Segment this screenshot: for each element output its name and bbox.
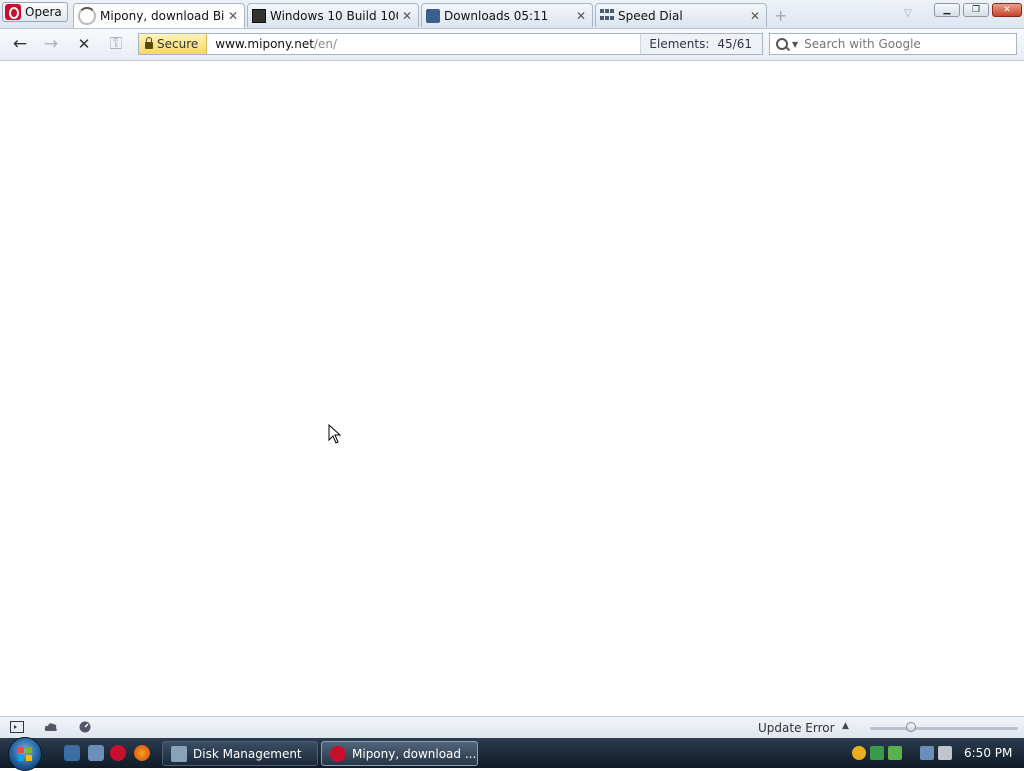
loading-spinner-icon	[78, 7, 96, 25]
start-button[interactable]	[8, 737, 42, 771]
update-expand-icon[interactable]: ▲	[842, 721, 849, 731]
lock-icon	[145, 37, 153, 49]
elements-count: 45/61	[717, 37, 752, 51]
close-tab-icon[interactable]: ✕	[576, 9, 586, 23]
tab-bar: Opera Mipony, download Bitt... ✕ Windows…	[0, 0, 1024, 29]
firefox-quicklaunch-icon[interactable]	[134, 745, 150, 761]
tab-title: Speed Dial	[618, 8, 683, 23]
switch-windows-icon[interactable]	[88, 745, 104, 761]
search-icon	[776, 38, 788, 50]
tab-speed-dial[interactable]: Speed Dial ✕	[595, 3, 767, 27]
checkmark-icon[interactable]	[888, 746, 902, 760]
elements-counter: Elements: 45/61	[640, 34, 762, 54]
close-tab-icon[interactable]: ✕	[402, 9, 412, 23]
search-box[interactable]: ▼	[769, 33, 1017, 55]
taskbar-item-disk-management[interactable]: Disk Management	[162, 741, 318, 766]
new-tab-button[interactable]: +	[774, 6, 787, 25]
page-content[interactable]	[0, 61, 1024, 716]
secure-label: Secure	[157, 37, 199, 51]
address-bar[interactable]: Secure www.mipony.net/en/ Elements: 45/6…	[138, 33, 763, 55]
tab-windows-10-build[interactable]: Windows 10 Build 1007... ✕	[247, 3, 419, 27]
download-icon	[426, 8, 440, 23]
forward-button[interactable]: →	[40, 33, 62, 55]
zoom-slider-thumb[interactable]	[906, 722, 917, 732]
security-shield-icon[interactable]	[852, 746, 866, 760]
show-desktop-icon[interactable]	[64, 745, 80, 761]
windows-taskbar: Disk Management Mipony, download ... 6:5…	[0, 737, 1024, 771]
film-icon	[252, 8, 266, 23]
minimize-window-button[interactable]: ▁	[934, 3, 960, 17]
tab-mipony[interactable]: Mipony, download Bitt... ✕	[73, 3, 245, 28]
task-label: Disk Management	[193, 746, 302, 761]
update-error-label[interactable]: Update Error	[758, 721, 835, 735]
address-toolbar: ← → ✕ ⚿ Secure www.mipony.net/en/ Elemen…	[0, 29, 1024, 61]
close-tab-icon[interactable]: ✕	[750, 9, 760, 23]
status-bar: Update Error ▲	[0, 716, 1024, 739]
disk-management-icon	[171, 745, 187, 762]
speed-dial-grid-icon	[600, 8, 614, 23]
close-window-button[interactable]: ✕	[992, 3, 1022, 17]
close-tab-icon[interactable]: ✕	[228, 9, 238, 23]
url-path: /en/	[313, 37, 337, 51]
windows-logo-icon	[18, 747, 32, 761]
search-engine-dropdown-icon[interactable]: ▼	[792, 40, 798, 49]
network-connection-icon[interactable]	[920, 746, 934, 760]
taskbar-clock[interactable]: 6:50 PM	[964, 746, 1012, 760]
tab-title: Downloads 05:11	[444, 8, 549, 23]
system-tray	[852, 738, 952, 768]
restore-window-button[interactable]: ❐	[963, 3, 989, 17]
stop-button[interactable]: ✕	[73, 33, 95, 55]
tab-title: Windows 10 Build 1007...	[270, 8, 398, 23]
back-button[interactable]: ←	[9, 33, 31, 55]
secure-badge[interactable]: Secure	[139, 34, 208, 54]
opera-unite-cloud-icon[interactable]	[44, 721, 58, 733]
opera-menu-button[interactable]: Opera	[2, 2, 68, 22]
opera-quicklaunch-icon[interactable]	[110, 745, 126, 761]
url-host: www.mipony.net	[215, 37, 314, 51]
tab-list-button[interactable]: ▽	[904, 8, 912, 19]
task-label: Mipony, download ...	[352, 746, 477, 761]
panel-toggle-icon[interactable]	[10, 721, 24, 733]
taskbar-item-opera[interactable]: Mipony, download ...	[321, 741, 478, 766]
tab-title: Mipony, download Bitt...	[100, 9, 224, 23]
url-field[interactable]: www.mipony.net/en/	[207, 37, 640, 51]
tab-downloads[interactable]: Downloads 05:11 ✕	[421, 3, 593, 27]
wand-key-button[interactable]: ⚿	[105, 33, 127, 55]
search-input[interactable]	[802, 36, 1007, 52]
elements-label: Elements:	[649, 37, 710, 51]
network-status-icon[interactable]	[870, 746, 884, 760]
turbo-gauge-icon[interactable]	[78, 721, 92, 733]
zoom-slider[interactable]	[870, 727, 1018, 730]
opera-logo-icon	[5, 4, 21, 20]
volume-muted-icon[interactable]	[938, 746, 952, 760]
opera-icon	[330, 745, 346, 762]
opera-menu-label: Opera	[25, 5, 62, 19]
